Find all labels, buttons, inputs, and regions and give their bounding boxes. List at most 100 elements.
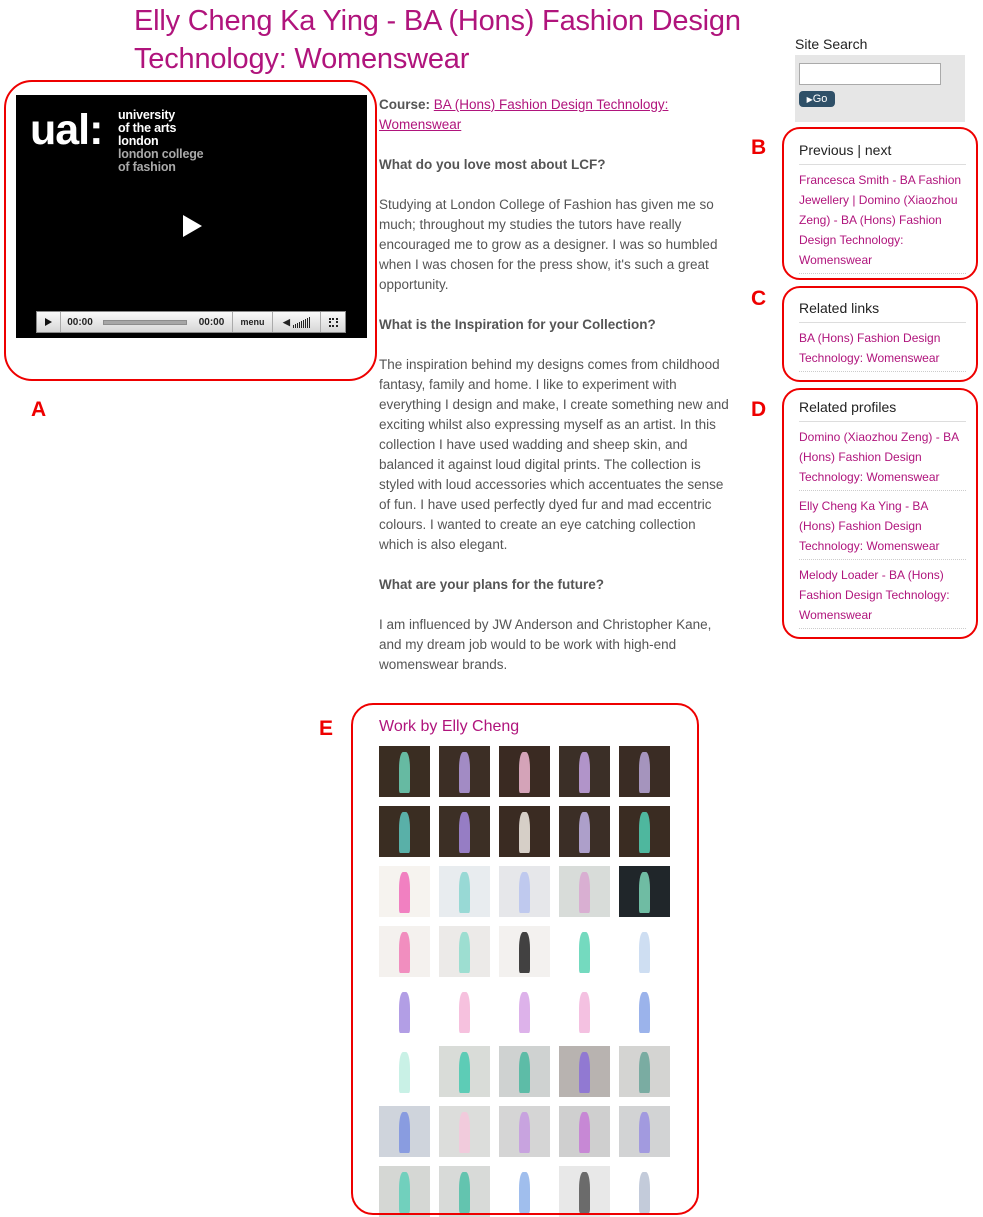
question-1: What do you love most about LCF? xyxy=(379,157,606,172)
related-profile[interactable]: Domino (Xiaozhou Zeng) - BA (Hons) Fashi… xyxy=(799,422,966,491)
seek-track[interactable] xyxy=(103,319,187,325)
garment-image xyxy=(519,1112,530,1153)
garment-image xyxy=(519,752,530,793)
gallery-thumbnail[interactable] xyxy=(559,1046,610,1097)
garment-image xyxy=(399,932,410,973)
garment-image xyxy=(519,1052,530,1093)
gallery-thumbnail[interactable] xyxy=(619,1106,670,1157)
gallery-thumbnail[interactable] xyxy=(619,926,670,977)
gallery-thumbnail[interactable] xyxy=(619,866,670,917)
garment-image xyxy=(399,992,410,1033)
related-profile[interactable]: Elly Cheng Ka Ying - BA (Hons) Fashion D… xyxy=(799,491,966,560)
garment-image xyxy=(579,1052,590,1093)
related-profile[interactable]: Melody Loader - BA (Hons) Fashion Design… xyxy=(799,560,966,629)
gallery-thumbnail[interactable] xyxy=(379,866,430,917)
garment-image xyxy=(399,1112,410,1153)
gallery-thumbnail[interactable] xyxy=(439,866,490,917)
gallery-thumbnail[interactable] xyxy=(499,986,550,1037)
go-label: Go xyxy=(812,93,828,105)
article: Course: BA (Hons) Fashion Design Technol… xyxy=(379,95,729,695)
gallery-thumbnail[interactable] xyxy=(499,1106,550,1157)
gallery-thumbnail[interactable] xyxy=(439,986,490,1037)
gallery-thumbnail[interactable] xyxy=(559,746,610,797)
gallery-thumbnail[interactable] xyxy=(439,926,490,977)
garment-image xyxy=(579,752,590,793)
volume-control[interactable]: ◀ xyxy=(273,312,321,332)
gallery-thumbnail[interactable] xyxy=(499,866,550,917)
play-button[interactable] xyxy=(37,312,61,332)
gallery-thumbnail[interactable] xyxy=(379,1046,430,1097)
garment-image xyxy=(639,992,650,1033)
gallery-thumbnail[interactable] xyxy=(439,1106,490,1157)
garment-image xyxy=(639,872,650,913)
search-input[interactable] xyxy=(799,63,941,85)
gallery-thumbnail[interactable] xyxy=(499,1166,550,1217)
gallery-thumbnail[interactable] xyxy=(619,1046,670,1097)
garment-image xyxy=(399,1052,410,1093)
gallery-thumbnail[interactable] xyxy=(619,1166,670,1217)
gallery-thumbnail[interactable] xyxy=(379,806,430,857)
course-line: Course: BA (Hons) Fashion Design Technol… xyxy=(379,95,729,135)
gallery-thumbnail[interactable] xyxy=(559,866,610,917)
gallery-thumbnail[interactable] xyxy=(559,986,610,1037)
fullscreen-button[interactable] xyxy=(321,312,345,332)
garment-image xyxy=(459,872,470,913)
annotation-label-a: A xyxy=(31,398,47,421)
gallery-thumbnail[interactable] xyxy=(379,1166,430,1217)
video-controls: 00:00 00:00 menu ◀ xyxy=(36,311,346,333)
garment-image xyxy=(639,752,650,793)
gallery-thumbnail[interactable] xyxy=(439,1046,490,1097)
gallery-thumbnail[interactable] xyxy=(379,986,430,1037)
fullscreen-icon xyxy=(328,317,338,327)
related-profiles-panel: Related profiles Domino (Xiaozhou Zeng) … xyxy=(799,398,966,629)
garment-image xyxy=(639,1112,650,1153)
gallery-thumbnail[interactable] xyxy=(559,1106,610,1157)
related-link[interactable]: BA (Hons) Fashion Design Technology: Wom… xyxy=(799,323,966,372)
previous-next-titles[interactable]: Francesca Smith - BA Fashion Jewellery |… xyxy=(799,165,966,274)
search-go-button[interactable]: ▶Go xyxy=(799,91,835,107)
gallery-thumbnail[interactable] xyxy=(439,806,490,857)
garment-image xyxy=(399,1172,410,1213)
annotation-label-d: D xyxy=(751,398,767,421)
gallery-thumbnail[interactable] xyxy=(559,1166,610,1217)
ual-logo-mark: ual: xyxy=(30,106,103,154)
gallery-thumbnail[interactable] xyxy=(379,926,430,977)
garment-image xyxy=(519,872,530,913)
separator: | xyxy=(857,142,861,158)
course-label: Course: xyxy=(379,97,431,112)
garment-image xyxy=(639,1052,650,1093)
gallery-thumbnail[interactable] xyxy=(379,746,430,797)
seek-bar[interactable] xyxy=(99,312,191,332)
garment-image xyxy=(579,812,590,853)
menu-button[interactable]: menu xyxy=(233,312,273,332)
gallery-thumbnail[interactable] xyxy=(619,986,670,1037)
gallery-thumbnail[interactable] xyxy=(439,746,490,797)
gallery-thumbnail[interactable] xyxy=(499,1046,550,1097)
previous-link[interactable]: Previous xyxy=(799,142,853,158)
page-title: Elly Cheng Ka Ying - BA (Hons) Fashion D… xyxy=(134,5,741,75)
gallery-thumbnail[interactable] xyxy=(499,806,550,857)
volume-bars-icon xyxy=(292,316,310,328)
garment-image xyxy=(459,812,470,853)
gallery-thumbnail[interactable] xyxy=(439,1166,490,1217)
annotation-label-c: C xyxy=(751,287,767,310)
gallery-thumbnail[interactable] xyxy=(619,746,670,797)
garment-image xyxy=(519,1172,530,1213)
ual-logo-text: university of the arts london london col… xyxy=(118,109,204,174)
speaker-icon: ◀ xyxy=(283,316,290,327)
garment-image xyxy=(459,992,470,1033)
gallery-thumbnail[interactable] xyxy=(379,1106,430,1157)
gallery-thumbnail[interactable] xyxy=(559,926,610,977)
gallery-thumbnail[interactable] xyxy=(619,806,670,857)
gallery-thumbnail[interactable] xyxy=(559,806,610,857)
gallery-thumbnail[interactable] xyxy=(499,746,550,797)
video-player[interactable]: ual: university of the arts london londo… xyxy=(16,95,367,338)
next-link[interactable]: next xyxy=(865,142,891,158)
gallery-thumbnail[interactable] xyxy=(499,926,550,977)
garment-image xyxy=(579,1112,590,1153)
big-play-icon[interactable] xyxy=(183,215,202,237)
garment-image xyxy=(519,932,530,973)
garment-image xyxy=(579,992,590,1033)
related-links-heading: Related links xyxy=(799,299,966,323)
garment-image xyxy=(519,992,530,1033)
